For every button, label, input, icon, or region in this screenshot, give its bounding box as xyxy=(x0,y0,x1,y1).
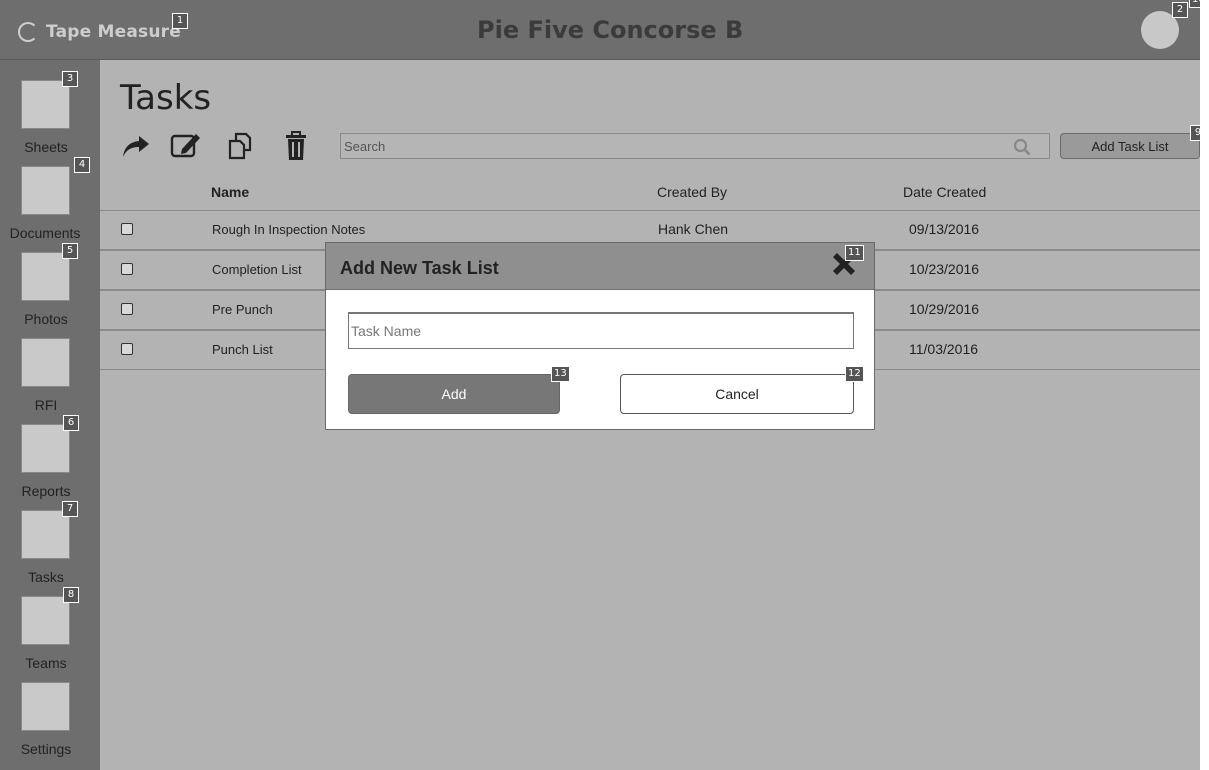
sidebar-item-label: Photos xyxy=(24,311,68,327)
sidebar-item-label: Reports xyxy=(21,483,71,499)
marker-badge: 6 xyxy=(63,415,79,431)
row-checkbox[interactable] xyxy=(121,343,133,355)
marker-badge: 1 xyxy=(172,13,188,29)
sidebar-item-label: Documents xyxy=(9,225,81,241)
add-button[interactable]: Add xyxy=(348,374,560,414)
dialog-title: Add New Task List xyxy=(340,258,499,278)
date-created: 10/29/2016 xyxy=(909,301,980,317)
add-task-list-dialog: Add New Task List Add Cancel xyxy=(325,242,875,430)
tasks-icon xyxy=(21,510,70,559)
teams-icon xyxy=(21,596,70,645)
add-task-list-button[interactable]: Add Task List xyxy=(1060,133,1200,159)
row-checkbox[interactable] xyxy=(121,263,133,275)
created-by: Hank Chen xyxy=(658,221,729,237)
date-created: 11/03/2016 xyxy=(909,341,979,357)
task-name: Rough In Inspection Notes xyxy=(212,222,366,237)
sidebar-item-reports[interactable]: Reports xyxy=(0,424,100,510)
sidebar-item-tasks[interactable]: Tasks xyxy=(0,510,100,596)
sidebar-item-documents[interactable]: Documents xyxy=(0,166,100,252)
marker-badge: 12 xyxy=(845,366,864,382)
sidebar-item-photos[interactable]: Photos xyxy=(0,252,100,338)
sidebar-item-label: Teams xyxy=(25,655,67,671)
task-name-input[interactable] xyxy=(349,314,853,348)
sidebar-nav: Sheets 3 Documents 4 Photos 5 RFI Report… xyxy=(0,60,100,770)
edit-icon[interactable] xyxy=(170,130,202,162)
search-icon[interactable] xyxy=(1013,138,1031,156)
top-bar: Tape Measure 1 Pie Five Concorse B 2 xyxy=(0,0,1200,60)
search-box xyxy=(340,133,1050,159)
documents-icon xyxy=(21,166,70,215)
task-name: Punch List xyxy=(212,342,273,357)
marker-badge: 8 xyxy=(63,587,79,603)
date-created: 09/13/2016 xyxy=(909,221,980,237)
search-input[interactable] xyxy=(341,134,1049,158)
app-logo[interactable]: Tape Measure xyxy=(18,20,181,44)
marker-badge: 4 xyxy=(74,157,90,173)
sidebar-item-label: Settings xyxy=(20,741,72,757)
task-name-field xyxy=(348,312,854,349)
column-header-name[interactable]: Name xyxy=(211,184,249,200)
marker-badge: 2 xyxy=(1172,2,1188,18)
cancel-button[interactable]: Cancel xyxy=(620,374,854,414)
sidebar-item-settings[interactable]: Settings xyxy=(0,682,100,768)
sidebar-item-rfi[interactable]: RFI xyxy=(0,338,100,424)
marker-badge: 3 xyxy=(62,71,78,87)
share-icon[interactable] xyxy=(119,130,151,162)
logo-icon xyxy=(18,22,38,42)
date-created: 10/23/2016 xyxy=(909,261,980,277)
row-checkbox[interactable] xyxy=(121,303,133,315)
sidebar-item-label: Tasks xyxy=(28,569,64,585)
marker-badge: 7 xyxy=(62,501,78,517)
settings-icon xyxy=(21,682,70,731)
row-checkbox[interactable] xyxy=(121,223,133,235)
task-name: Completion List xyxy=(212,262,302,277)
marker-badge: 5 xyxy=(62,243,78,259)
photos-icon xyxy=(21,252,70,301)
trash-icon[interactable] xyxy=(280,130,312,162)
rfi-icon xyxy=(21,338,70,387)
column-header-date-created[interactable]: Date Created xyxy=(903,184,986,200)
logo-text: Tape Measure xyxy=(46,22,181,42)
project-title: Pie Five Concorse B xyxy=(477,16,744,44)
task-name: Pre Punch xyxy=(212,302,273,317)
dialog-header: Add New Task List xyxy=(326,243,874,290)
page-edge xyxy=(1200,0,1209,770)
page-title: Tasks xyxy=(120,78,212,118)
sidebar-item-teams[interactable]: Teams xyxy=(0,596,100,682)
sidebar-item-label: Sheets xyxy=(24,139,68,155)
marker-badge: 13 xyxy=(551,366,570,382)
sidebar-item-label: RFI xyxy=(34,397,58,413)
marker-badge: 11 xyxy=(845,245,864,261)
sheets-icon xyxy=(21,80,70,129)
copy-icon[interactable] xyxy=(226,130,258,162)
reports-icon xyxy=(21,424,70,473)
sidebar-item-sheets[interactable]: Sheets xyxy=(0,80,100,166)
column-header-created-by[interactable]: Created By xyxy=(657,184,727,200)
